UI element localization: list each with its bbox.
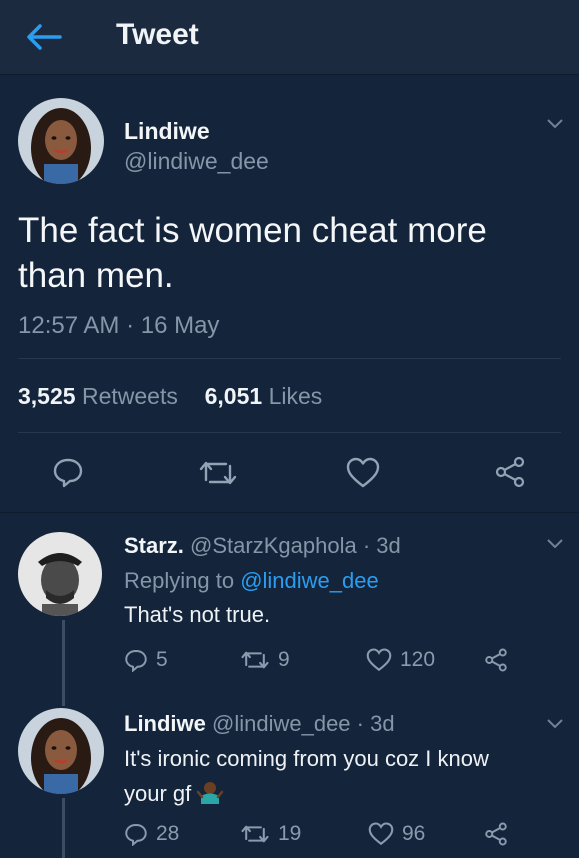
share-button[interactable] <box>484 648 508 672</box>
reply-author-name[interactable]: Lindiwe <box>124 711 206 736</box>
reply-author-handle[interactable]: @lindiwe_dee <box>212 711 351 736</box>
chevron-down-icon[interactable] <box>546 118 564 130</box>
like-button[interactable]: 120 <box>366 648 435 672</box>
chevron-down-icon[interactable] <box>546 538 564 550</box>
like-count: 120 <box>400 648 436 671</box>
retweet-count: 9 <box>278 648 290 671</box>
divider <box>18 358 561 359</box>
page-title: Tweet <box>116 18 199 51</box>
share-icon[interactable] <box>494 456 526 488</box>
retweets-count[interactable]: 3,525 <box>18 383 76 409</box>
like-count: 96 <box>402 822 426 845</box>
tweet-text-line: The fact is women cheat more <box>18 211 487 250</box>
avatar[interactable] <box>18 708 104 794</box>
likes-label[interactable]: Likes <box>269 383 323 409</box>
tweet-text-line: than men. <box>18 256 174 295</box>
reply-text: It's ironic coming from you coz I know <box>124 746 489 771</box>
reply-count: 5 <box>156 648 168 671</box>
like-icon <box>366 648 392 672</box>
reply-time: · 3d <box>362 533 401 558</box>
reply-header: Starz. @StarzKgaphola · 3d <box>124 533 401 559</box>
author-name[interactable]: Lindiwe <box>124 118 210 145</box>
author-handle[interactable]: @lindiwe_dee <box>124 148 269 175</box>
retweet-icon <box>241 651 269 669</box>
tweet-text: The fact is women cheat more than men. <box>18 208 558 298</box>
like-icon[interactable] <box>346 457 380 489</box>
reply-author-handle[interactable]: @StarzKgaphola <box>190 533 357 558</box>
reply-text: your gf <box>124 781 192 806</box>
thread-line <box>62 620 65 706</box>
avatar[interactable] <box>18 532 102 616</box>
tweet-timestamp: 12:57 AM · 16 May <box>18 312 220 339</box>
reply-icon <box>125 650 147 672</box>
share-button[interactable] <box>484 822 508 846</box>
reply-header: Lindiwe @lindiwe_dee · 3d <box>124 711 395 737</box>
replying-to: Replying to @lindiwe_dee <box>124 568 379 594</box>
retweet-count: 19 <box>278 822 302 845</box>
reply-count: 28 <box>156 822 180 845</box>
retweet-button[interactable]: 9 <box>240 648 290 672</box>
reply-icon[interactable] <box>52 456 84 488</box>
share-icon <box>485 648 507 672</box>
reply-author-name[interactable]: Starz. <box>124 533 184 558</box>
retweets-label[interactable]: Retweets <box>82 383 178 409</box>
shrug-emoji-icon <box>197 782 224 804</box>
retweet-icon[interactable] <box>198 458 238 488</box>
tweet-stats: 3,525 Retweets 6,051 Likes <box>18 383 322 410</box>
reply-button[interactable]: 5 <box>124 648 168 672</box>
reply-icon <box>125 824 147 846</box>
thread-line <box>62 798 65 858</box>
replying-to-link[interactable]: @lindiwe_dee <box>240 568 379 593</box>
retweet-button[interactable]: 19 <box>240 822 301 846</box>
reply-button[interactable]: 28 <box>124 822 179 846</box>
replying-to-label: Replying to <box>124 568 235 593</box>
like-icon <box>368 822 394 846</box>
likes-count[interactable]: 6,051 <box>205 383 263 409</box>
back-arrow-icon[interactable] <box>24 22 64 52</box>
like-button[interactable]: 96 <box>368 822 425 846</box>
reply-text: That's not true. <box>124 602 271 627</box>
divider <box>0 512 579 513</box>
reply-text-line-2: your gf <box>124 780 224 807</box>
reply-time: · 3d <box>356 711 395 736</box>
chevron-down-icon[interactable] <box>546 718 564 730</box>
divider <box>18 432 561 433</box>
avatar[interactable] <box>18 98 104 184</box>
share-icon <box>485 822 507 846</box>
top-app-bar: Tweet <box>0 0 579 75</box>
retweet-icon <box>241 825 269 843</box>
